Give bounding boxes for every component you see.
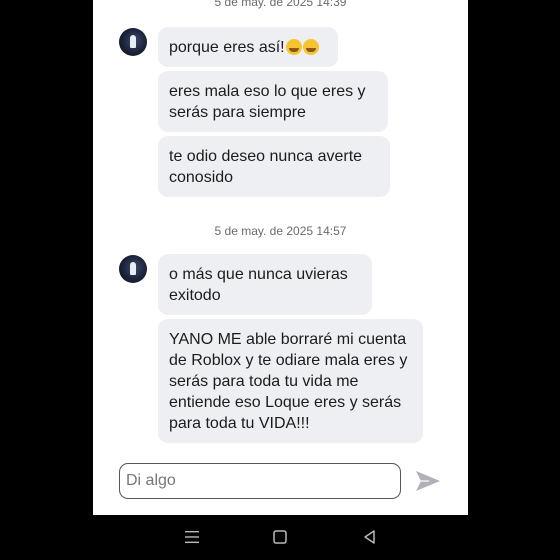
message-text: o más que nunca uvieras exitodo xyxy=(169,265,348,304)
message-text: te odio deseo nunca averte conosido xyxy=(169,147,363,186)
home-icon[interactable] xyxy=(272,529,288,545)
message-bubble[interactable]: YANO ME able borraré mi cuenta de Roblox… xyxy=(158,319,423,443)
recents-icon[interactable] xyxy=(184,529,200,545)
chat-screen: 5 de may. de 2025 14:39 porque eres así!… xyxy=(93,0,468,515)
message-bubble[interactable]: o más que nunca uvieras exitodo xyxy=(158,254,372,315)
timestamp-mid: 5 de may. de 2025 14:57 xyxy=(214,224,347,238)
message-composer xyxy=(93,449,468,515)
contact-avatar[interactable] xyxy=(119,28,147,56)
back-icon[interactable] xyxy=(362,529,378,545)
message-text: eres mala eso lo que eres y serás para s… xyxy=(169,82,366,121)
message-text: porque eres así! xyxy=(169,38,285,56)
message-input[interactable] xyxy=(119,463,401,499)
message-text: YANO ME able borraré mi cuenta de Roblox… xyxy=(169,330,408,432)
crying-face-emoji-icon xyxy=(302,39,319,55)
message-bubble[interactable]: te odio deseo nunca averte conosido xyxy=(158,136,390,197)
crying-face-emoji-icon xyxy=(285,39,302,55)
send-icon[interactable] xyxy=(415,469,441,493)
system-nav-bar xyxy=(0,515,560,560)
message-bubble[interactable]: porque eres así! xyxy=(158,27,338,67)
timestamp-top: 5 de may. de 2025 14:39 xyxy=(214,0,347,9)
contact-avatar[interactable] xyxy=(119,255,147,283)
message-bubble[interactable]: eres mala eso lo que eres y serás para s… xyxy=(158,71,388,132)
